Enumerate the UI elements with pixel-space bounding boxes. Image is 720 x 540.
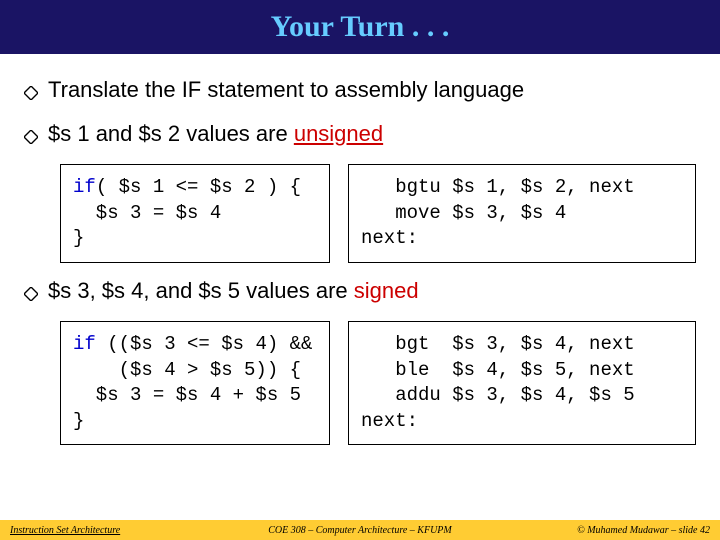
code1-left-l1b: ( $s 1 <= $s 2 ) { xyxy=(96,176,301,198)
footer-bar: Instruction Set Architecture COE 308 – C… xyxy=(0,520,720,540)
diamond-icon xyxy=(24,124,38,150)
code2-left-l2: ($s 4 > $s 5)) { xyxy=(73,359,301,381)
signed-word: signed xyxy=(354,278,419,303)
slide-title: Your Turn . . . xyxy=(271,10,450,44)
bullet-3-pre: $s 3, $s 4, and $s 5 values are xyxy=(48,278,354,303)
if-keyword: if xyxy=(73,333,107,355)
diamond-icon xyxy=(24,80,38,106)
code1-right-l1: bgtu $s 1, $s 2, next xyxy=(361,176,635,198)
code2-right-l2: ble $s 4, $s 5, next xyxy=(361,359,635,381)
code1-right-l2: move $s 3, $s 4 xyxy=(361,202,566,224)
footer-center: COE 308 – Computer Architecture – KFUPM xyxy=(216,525,504,536)
title-bar: Your Turn . . . xyxy=(0,0,720,54)
code-box-asm-1: bgtu $s 1, $s 2, next move $s 3, $s 4 ne… xyxy=(348,164,696,263)
if-keyword: if xyxy=(73,176,96,198)
bullet-1-text: Translate the IF statement to assembly l… xyxy=(48,76,524,105)
footer-left: Instruction Set Architecture xyxy=(10,525,216,536)
code-box-c-1: if( $s 1 <= $s 2 ) { $s 3 = $s 4 } xyxy=(60,164,330,263)
code-box-c-2: if (($s 3 <= $s 4) && ($s 4 > $s 5)) { $… xyxy=(60,321,330,446)
bullet-2-text: $s 1 and $s 2 values are unsigned xyxy=(48,120,383,149)
code2-left-l1b: (($s 3 <= $s 4) && xyxy=(107,333,312,355)
footer-right: © Muhamed Mudawar – slide 42 xyxy=(504,525,710,536)
bullet-3: $s 3, $s 4, and $s 5 values are signed xyxy=(24,277,696,307)
code1-left-l3: } xyxy=(73,227,84,249)
code-row-2: if (($s 3 <= $s 4) && ($s 4 > $s 5)) { $… xyxy=(60,321,696,446)
code2-right-l4: next: xyxy=(361,410,418,432)
unsigned-word: unsigned xyxy=(294,121,383,146)
bullet-2: $s 1 and $s 2 values are unsigned xyxy=(24,120,696,150)
code-row-1: if( $s 1 <= $s 2 ) { $s 3 = $s 4 } bgtu … xyxy=(60,164,696,263)
bullet-3-text: $s 3, $s 4, and $s 5 values are signed xyxy=(48,277,419,306)
bullet-1: Translate the IF statement to assembly l… xyxy=(24,76,696,106)
code2-right-l3: addu $s 3, $s 4, $s 5 xyxy=(361,384,635,406)
code2-right-l1: bgt $s 3, $s 4, next xyxy=(361,333,635,355)
bullet-2-pre: $s 1 and $s 2 values are xyxy=(48,121,294,146)
slide-body: Translate the IF statement to assembly l… xyxy=(0,54,720,445)
code2-left-l4: } xyxy=(73,410,84,432)
code1-left-l2: $s 3 = $s 4 xyxy=(73,202,221,224)
diamond-icon xyxy=(24,281,38,307)
code2-left-l3: $s 3 = $s 4 + $s 5 xyxy=(73,384,301,406)
code1-right-l3: next: xyxy=(361,227,418,249)
code-box-asm-2: bgt $s 3, $s 4, next ble $s 4, $s 5, nex… xyxy=(348,321,696,446)
